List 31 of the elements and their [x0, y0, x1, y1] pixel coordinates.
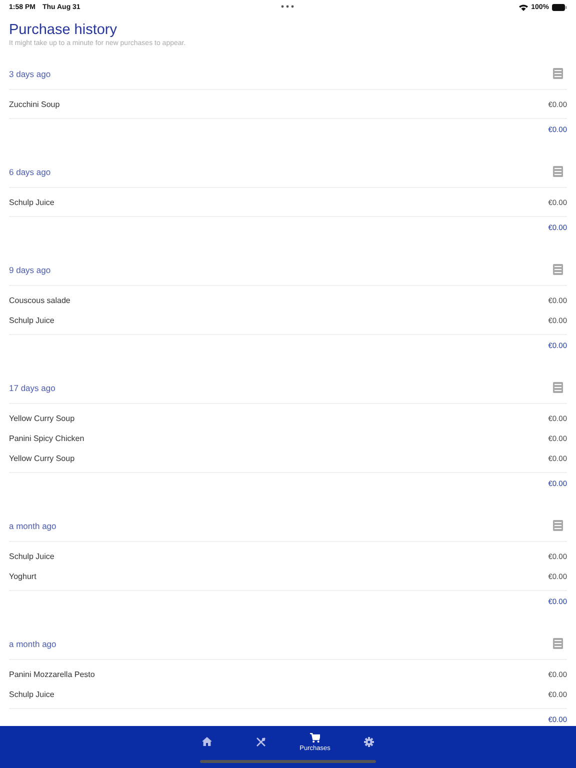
item-name: Couscous salade	[9, 296, 70, 304]
cart-icon	[310, 732, 320, 742]
more-icon	[281, 5, 294, 8]
item-name: Schulp Juice	[9, 552, 54, 560]
purchase-date: 17 days ago	[9, 382, 56, 392]
wifi-icon	[519, 4, 528, 10]
home-icon	[202, 737, 212, 747]
page-title: Purchase history	[9, 22, 118, 39]
item-name: Schulp Juice	[9, 690, 54, 698]
receipt-icon[interactable]	[553, 382, 563, 393]
cutlery-icon	[256, 737, 266, 747]
purchase-date: a month ago	[9, 638, 56, 648]
receipt-icon[interactable]	[553, 638, 563, 649]
purchase-date: 9 days ago	[9, 264, 51, 274]
item-name: Yoghurt	[9, 572, 36, 580]
item-name: Schulp Juice	[9, 198, 54, 206]
receipt-icon[interactable]	[553, 166, 563, 177]
item-name: Zucchini Soup	[9, 100, 60, 108]
purchase-date: a month ago	[9, 520, 56, 530]
receipt-icon[interactable]	[553, 68, 563, 79]
receipt-icon[interactable]	[553, 264, 563, 275]
receipt-icon[interactable]	[553, 520, 563, 531]
item-name: Yellow Curry Soup	[9, 414, 75, 422]
settings-icon	[364, 737, 374, 747]
item-name: Schulp Juice	[9, 316, 54, 324]
purchase-date: 6 days ago	[9, 166, 51, 176]
battery-icon	[552, 4, 567, 10]
item-name: Panini Spicy Chicken	[9, 434, 84, 442]
item-name: Panini Mozzarella Pesto	[9, 670, 95, 678]
item-name: Yellow Curry Soup	[9, 454, 75, 462]
purchase-date: 3 days ago	[9, 68, 51, 78]
